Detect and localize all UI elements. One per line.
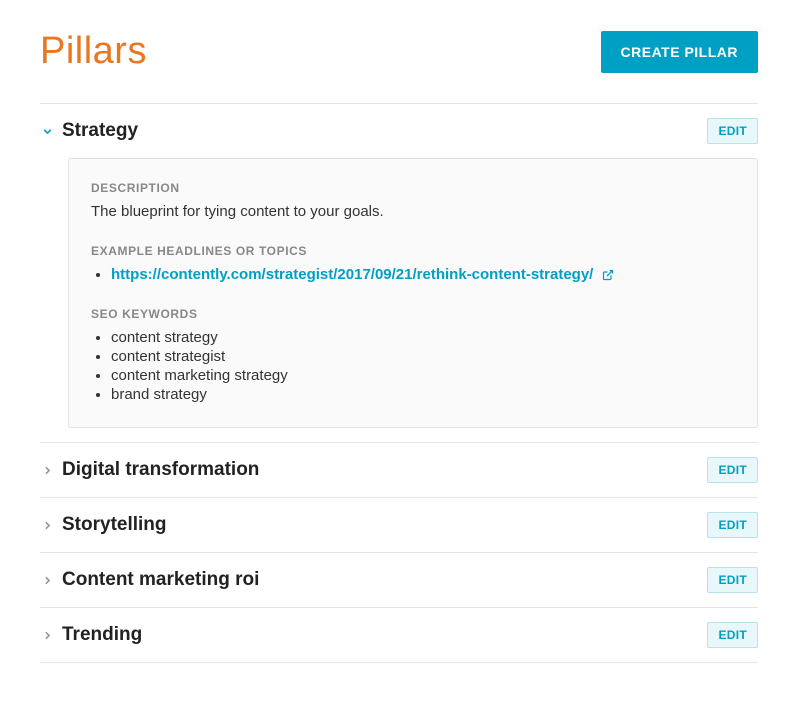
pillar-toggle[interactable]: Trending bbox=[40, 624, 142, 646]
description-text: The blueprint for tying content to your … bbox=[91, 203, 735, 220]
pillar-item: Digital transformation EDIT bbox=[40, 443, 758, 498]
chevron-right-icon bbox=[40, 573, 54, 587]
edit-button[interactable]: EDIT bbox=[707, 118, 758, 144]
list-item: brand strategy bbox=[111, 386, 735, 403]
topic-list: https://contently.com/strategist/2017/09… bbox=[91, 266, 735, 283]
external-link-icon bbox=[602, 269, 614, 281]
chevron-right-icon bbox=[40, 463, 54, 477]
list-item: content strategy bbox=[111, 329, 735, 346]
pillar-header: Content marketing roi EDIT bbox=[40, 553, 758, 607]
pillar-header: Strategy EDIT bbox=[40, 104, 758, 158]
pillar-toggle[interactable]: Digital transformation bbox=[40, 459, 259, 481]
pillar-item: Strategy EDIT DESCRIPTION The blueprint … bbox=[40, 104, 758, 443]
example-headlines-label: EXAMPLE HEADLINES OR TOPICS bbox=[91, 244, 735, 258]
pillar-header: Trending EDIT bbox=[40, 608, 758, 662]
edit-button[interactable]: EDIT bbox=[707, 622, 758, 648]
pillar-toggle[interactable]: Strategy bbox=[40, 120, 138, 142]
pillar-header: Storytelling EDIT bbox=[40, 498, 758, 552]
pillar-title: Content marketing roi bbox=[62, 569, 259, 591]
pillar-item: Trending EDIT bbox=[40, 608, 758, 663]
pillar-title: Storytelling bbox=[62, 514, 167, 536]
pillar-body: DESCRIPTION The blueprint for tying cont… bbox=[68, 158, 758, 428]
pillar-item: Content marketing roi EDIT bbox=[40, 553, 758, 608]
pillar-title: Strategy bbox=[62, 120, 138, 142]
pillar-header: Digital transformation EDIT bbox=[40, 443, 758, 497]
topic-link[interactable]: https://contently.com/strategist/2017/09… bbox=[111, 266, 593, 283]
pillar-toggle[interactable]: Storytelling bbox=[40, 514, 167, 536]
page-title: Pillars bbox=[40, 30, 147, 73]
page-header: Pillars CREATE PILLAR bbox=[40, 30, 758, 73]
seo-keywords-label: SEO KEYWORDS bbox=[91, 307, 735, 321]
pillar-toggle[interactable]: Content marketing roi bbox=[40, 569, 259, 591]
edit-button[interactable]: EDIT bbox=[707, 567, 758, 593]
edit-button[interactable]: EDIT bbox=[707, 512, 758, 538]
edit-button[interactable]: EDIT bbox=[707, 457, 758, 483]
pillar-item: Storytelling EDIT bbox=[40, 498, 758, 553]
pillar-title: Trending bbox=[62, 624, 142, 646]
chevron-down-icon bbox=[40, 124, 54, 138]
create-pillar-button[interactable]: CREATE PILLAR bbox=[601, 31, 758, 73]
list-item: content marketing strategy bbox=[111, 367, 735, 384]
keyword-list: content strategy content strategist cont… bbox=[91, 329, 735, 403]
description-label: DESCRIPTION bbox=[91, 181, 735, 195]
pillar-list: Strategy EDIT DESCRIPTION The blueprint … bbox=[40, 103, 758, 663]
pillar-title: Digital transformation bbox=[62, 459, 259, 481]
chevron-right-icon bbox=[40, 628, 54, 642]
list-item: content strategist bbox=[111, 348, 735, 365]
list-item: https://contently.com/strategist/2017/09… bbox=[111, 266, 735, 283]
chevron-right-icon bbox=[40, 518, 54, 532]
